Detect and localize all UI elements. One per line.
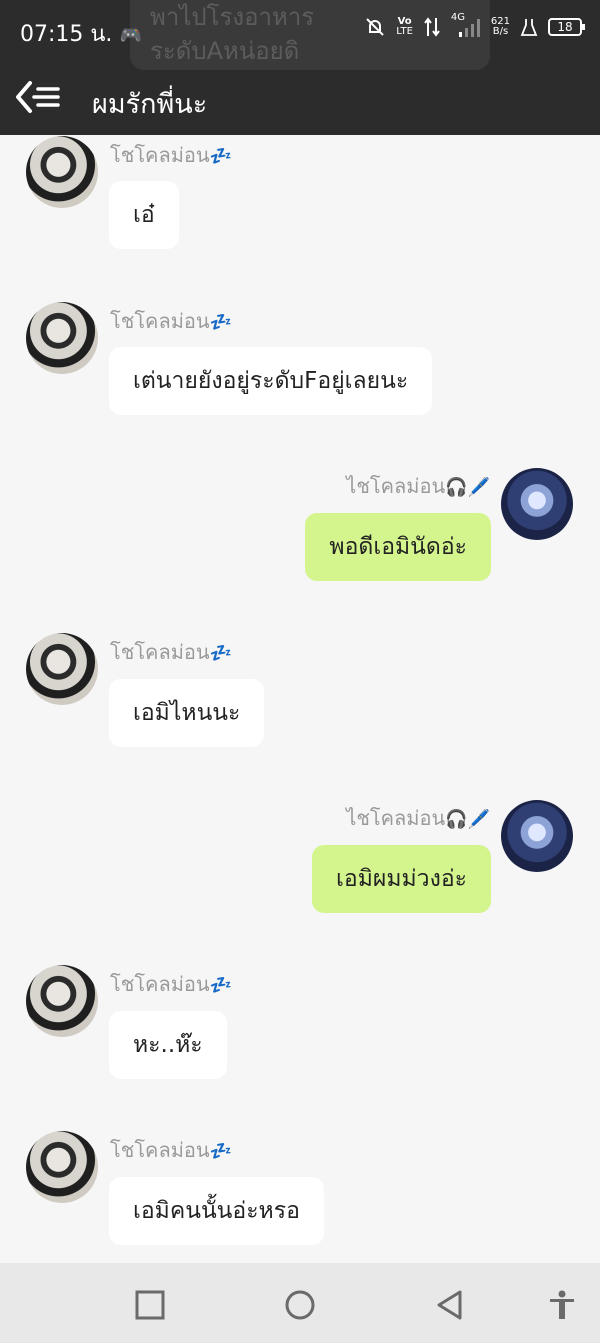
bell-off-icon [366, 18, 384, 36]
status-bar: 07:15 น. 🎮 Vo LTE 4G 621 B/s 18 [0, 0, 600, 62]
sender-name-text: ไชโคลม่อน [346, 474, 446, 498]
message-bubble[interactable]: พอดีเอมินัดอ่ะ [305, 513, 491, 581]
message-bubble[interactable]: เอมิคนนั้นอ่ะหรอ [109, 1177, 324, 1245]
sender-name-text: โชโคลม่อน [110, 1138, 210, 1162]
sender-name: ไชโคลม่อน🎧🖊️ [346, 802, 490, 834]
game-controller-icon: 🎮 [119, 25, 142, 46]
sleep-emoji-icon: 💤 [209, 643, 232, 664]
data-transfer-icon [424, 17, 440, 37]
battery-level: 18 [557, 20, 573, 34]
volte-bottom: LTE [396, 26, 413, 37]
home-circle-icon[interactable] [284, 1289, 316, 1321]
sleep-emoji-icon: 💤 [209, 975, 232, 996]
avatar[interactable] [501, 468, 573, 540]
volte-icon: Vo LTE [396, 17, 413, 37]
avatar[interactable] [26, 965, 98, 1037]
battery-icon: 18 [548, 18, 585, 36]
sender-name: โชโคลม่อน💤 [110, 968, 232, 1000]
signal-icon: 4G [451, 12, 481, 38]
sender-name: โชโคลม่อน💤 [110, 305, 232, 337]
sender-name-text: โชโคลม่อน [110, 972, 210, 996]
avatar[interactable] [26, 633, 98, 705]
message-bubble[interactable]: หะ..ห๊ะ [109, 1011, 227, 1079]
sender-name: ไชโคลม่อน🎧🖊️ [346, 470, 490, 502]
avatar[interactable] [26, 302, 98, 374]
message-bubble[interactable]: เอมิไหนนะ [109, 679, 265, 747]
headphones-pen-emoji-icon: 🎧🖊️ [445, 809, 490, 830]
sleep-emoji-icon: 💤 [209, 146, 232, 167]
net-speed: 621 B/s [491, 17, 510, 37]
back-menu-icon[interactable] [14, 80, 62, 114]
time-text: 07:15 น. [20, 22, 113, 47]
status-time: 07:15 น. 🎮 [20, 16, 142, 51]
chat-title: ผมรักพี่นะ [92, 89, 208, 120]
net-speed-unit: B/s [492, 26, 509, 37]
sender-name-text: โชโคลม่อน [110, 143, 210, 167]
sender-name: โชโคลม่อน💤 [110, 139, 232, 171]
sleep-emoji-icon: 💤 [209, 1141, 232, 1162]
message-bubble[interactable]: เต่นายยังอยู่ระดับFอยู่เลยนะ [109, 347, 433, 415]
sender-name: โชโคลม่อน💤 [110, 1134, 232, 1166]
recents-square-icon[interactable] [134, 1289, 166, 1321]
sleep-emoji-icon: 💤 [209, 312, 232, 333]
navigation-bar [0, 1263, 600, 1343]
sender-name-text: โชโคลม่อน [110, 640, 210, 664]
status-icons: Vo LTE 4G 621 B/s 18 [364, 12, 585, 38]
message-bubble[interactable]: เอมิผมม่วงอ่ะ [312, 845, 491, 913]
accessibility-icon[interactable] [546, 1289, 578, 1321]
back-triangle-icon[interactable] [434, 1289, 466, 1321]
flask-icon [520, 19, 538, 36]
sender-name-text: โชโคลม่อน [110, 309, 210, 333]
avatar[interactable] [501, 800, 573, 872]
headphones-pen-emoji-icon: 🎧🖊️ [445, 477, 490, 498]
avatar[interactable] [26, 1131, 98, 1203]
chat-header: ผมรักพี่นะ [0, 68, 600, 130]
sender-name-text: ไชโคลม่อน [346, 806, 446, 830]
avatar[interactable] [26, 136, 98, 208]
sender-name: โชโคลม่อน💤 [110, 636, 232, 668]
message-bubble[interactable]: เอ๋ [109, 181, 179, 249]
top-bar: พาไปโรงอาหาร ระดับAหน่อยดิ 07:15 น. 🎮 Vo… [0, 0, 600, 135]
